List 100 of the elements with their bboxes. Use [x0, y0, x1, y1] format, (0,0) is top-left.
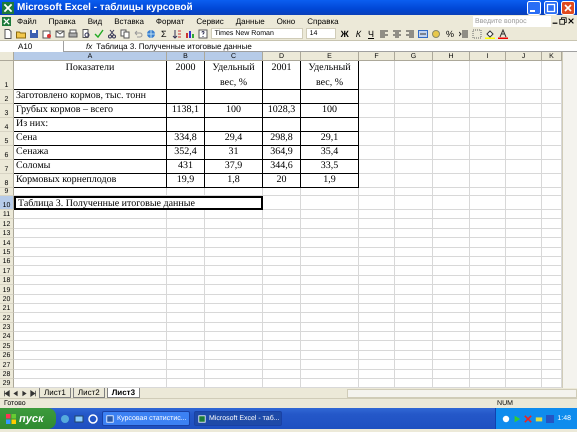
tray-icon[interactable] — [502, 414, 510, 423]
table-cell: Соломы — [14, 160, 167, 174]
email-icon[interactable] — [55, 28, 65, 38]
horizontal-scrollbar[interactable] — [347, 388, 577, 398]
table-cell: Удельный вес, % — [301, 61, 359, 90]
table-cell: 100 — [301, 104, 359, 118]
table-cell: Сенажа — [14, 146, 167, 160]
align-right-icon[interactable] — [405, 28, 416, 38]
sheet-tab[interactable]: Лист3 — [106, 388, 140, 398]
menu-item[interactable]: Вставка — [108, 16, 150, 26]
empty-cell[interactable] — [301, 118, 359, 132]
table-cell: 364,9 — [263, 146, 301, 160]
sort-icon[interactable] — [172, 28, 182, 38]
table-cell: 334,8 — [167, 132, 205, 146]
table-cell: 2001 — [263, 61, 301, 90]
cut-icon[interactable] — [107, 28, 117, 38]
empty-cell[interactable] — [263, 118, 301, 132]
table-cell: 19,9 — [167, 174, 205, 188]
select-all-corner[interactable] — [0, 52, 14, 61]
align-center-icon[interactable] — [392, 28, 402, 38]
table-cell: 29,4 — [205, 132, 263, 146]
next-sheet-icon[interactable] — [21, 390, 28, 397]
fill-color-icon[interactable] — [485, 28, 496, 38]
table-cell: Сена — [14, 132, 167, 146]
font-color-icon[interactable] — [498, 28, 508, 38]
table-cell[interactable]: Таблица 3. Полученные итоговые данные — [14, 196, 263, 210]
save-icon[interactable] — [29, 28, 39, 38]
browser-icon[interactable] — [88, 414, 98, 424]
permission-icon[interactable] — [42, 28, 52, 38]
menu-item[interactable]: Справка — [301, 16, 345, 26]
table-cell: Показатели — [14, 61, 167, 90]
table-cell: 1,9 — [301, 174, 359, 188]
empty-cell[interactable] — [205, 90, 263, 104]
table-cell: 1,8 — [205, 174, 263, 188]
excel-logo-icon — [2, 16, 11, 26]
window-title: Microsoft Excel - таблицы курсовой — [17, 2, 194, 13]
formula-field[interactable]: Таблица 3. Полученные итоговые данные — [96, 42, 252, 50]
document-icon — [106, 414, 114, 423]
menu-item[interactable]: Данные — [230, 16, 271, 26]
menu-item[interactable]: Правка — [42, 16, 82, 26]
network-icon[interactable] — [535, 414, 544, 423]
chart-icon[interactable] — [184, 28, 195, 38]
table-cell: Удельный вес, % — [205, 61, 263, 90]
function-button[interactable]: fx — [68, 42, 92, 50]
print-preview-icon[interactable] — [81, 28, 91, 38]
table-cell: 298,8 — [263, 132, 301, 146]
desktop-icon[interactable] — [74, 414, 84, 424]
bold-button[interactable]: Ж — [338, 28, 351, 38]
menu-item[interactable]: Вид — [82, 16, 108, 26]
merge-center-icon[interactable] — [418, 28, 428, 38]
table-cell: 37,9 — [205, 160, 263, 174]
maximize-icon[interactable] — [544, 0, 558, 14]
close-icon[interactable] — [567, 17, 575, 25]
play-icon[interactable] — [513, 414, 522, 423]
folder-icon[interactable] — [16, 28, 26, 38]
table-cell: 1028,3 — [263, 104, 301, 118]
name-box[interactable]: A10 — [0, 40, 64, 52]
windows-flag-icon — [6, 414, 16, 424]
table-cell: Кормовых корнеплодов — [14, 174, 167, 188]
italic-button[interactable]: К — [354, 28, 364, 38]
table-cell: Заготовлено кормов, тыс. тонн — [14, 90, 167, 104]
first-sheet-icon[interactable] — [3, 390, 10, 397]
underline-button[interactable]: Ч — [366, 28, 376, 38]
empty-cell[interactable] — [263, 90, 301, 104]
menu-item[interactable]: Окно — [270, 16, 302, 26]
previous-sheet-icon[interactable] — [12, 390, 19, 397]
menu-item[interactable]: Формат — [150, 16, 190, 26]
empty-cell[interactable] — [167, 90, 205, 104]
borders-icon[interactable] — [472, 28, 482, 38]
restore-icon[interactable] — [559, 17, 567, 25]
indent-icon[interactable] — [459, 28, 470, 38]
new-document-icon[interactable] — [3, 28, 13, 38]
empty-cell[interactable] — [301, 90, 359, 104]
last-sheet-icon[interactable] — [30, 390, 37, 397]
vertical-scrollbar[interactable] — [562, 52, 577, 388]
table-cell: Грубых кормов – всего — [14, 104, 167, 118]
table-cell: 20 — [263, 174, 301, 188]
sheet-tab[interactable]: Лист2 — [72, 388, 105, 398]
globe-icon[interactable] — [60, 414, 70, 424]
antivirus-icon[interactable] — [524, 414, 532, 423]
autosum-button[interactable]: Σ — [159, 28, 169, 38]
align-left-icon[interactable] — [379, 28, 390, 38]
table-cell: 100 — [205, 104, 263, 118]
table-cell: 31 — [205, 146, 263, 160]
start-button[interactable]: пуск — [0, 408, 56, 430]
table-cell: 35,4 — [301, 146, 359, 160]
hyperlink-icon[interactable] — [146, 28, 156, 38]
menu-item[interactable]: Файл — [11, 16, 43, 26]
sheet-tab[interactable]: Лист1 — [39, 388, 71, 398]
menu-item[interactable]: Сервис — [190, 16, 230, 26]
table-cell: 29,1 — [301, 132, 359, 146]
help-icon[interactable] — [198, 28, 208, 38]
table-cell: 431 — [167, 160, 205, 174]
copy-icon[interactable] — [120, 28, 130, 38]
empty-cell[interactable] — [167, 118, 205, 132]
print-icon[interactable] — [68, 28, 78, 38]
language-icon[interactable] — [546, 414, 554, 423]
empty-cell[interactable] — [205, 118, 263, 132]
table-cell: 1138,1 — [167, 104, 205, 118]
percent-button[interactable]: % — [444, 28, 456, 38]
